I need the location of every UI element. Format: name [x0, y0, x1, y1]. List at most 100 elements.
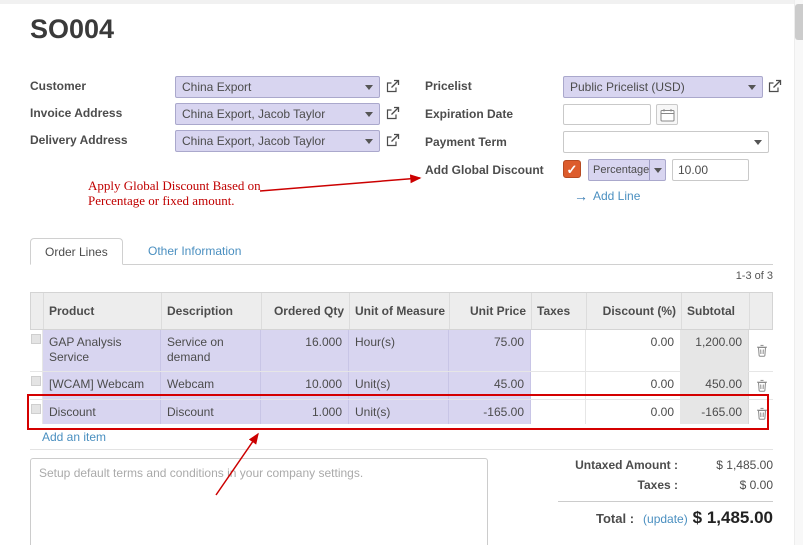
discount-type-select[interactable]: Percentage: [588, 159, 666, 181]
cell-ordered-qty[interactable]: 10.000: [261, 372, 349, 399]
expiration-date-label: Expiration Date: [425, 107, 513, 121]
pricelist-select[interactable]: Public Pricelist (USD): [563, 76, 763, 98]
pager: 1-3 of 3: [736, 270, 773, 282]
global-discount-label: Add Global Discount: [425, 163, 544, 177]
invoice-address-open-record-icon[interactable]: [385, 106, 401, 122]
row-drag-handle[interactable]: [30, 372, 43, 399]
row-drag-handle[interactable]: [30, 330, 43, 371]
col-unit-price[interactable]: Unit Price: [449, 293, 531, 329]
cell-product[interactable]: [WCAM] Webcam: [43, 372, 161, 399]
col-taxes[interactable]: Taxes: [531, 293, 586, 329]
cell-description[interactable]: Discount: [161, 400, 261, 427]
terms-conditions-textarea[interactable]: [30, 458, 488, 545]
cell-unit-price[interactable]: 45.00: [449, 372, 531, 399]
cell-product[interactable]: GAP Analysis Service: [43, 330, 161, 371]
total-value: $ 1,485.00: [693, 508, 773, 528]
pricelist-open-record-icon[interactable]: [767, 79, 783, 95]
cell-unit-of-measure[interactable]: Unit(s): [349, 372, 449, 399]
delivery-address-open-record-icon[interactable]: [385, 133, 401, 149]
discount-amount-input[interactable]: [672, 159, 749, 181]
cell-discount[interactable]: 0.00: [586, 330, 681, 371]
taxes-row: Taxes : $ 0.00: [520, 478, 773, 492]
cell-unit-of-measure[interactable]: Hour(s): [349, 330, 449, 371]
notebook-tabbar: Order Lines Other Information: [30, 237, 773, 265]
cell-discount[interactable]: 0.00: [586, 372, 681, 399]
cell-unit-price[interactable]: 75.00: [449, 330, 531, 371]
col-description[interactable]: Description: [161, 293, 261, 329]
chevron-down-icon: [649, 160, 665, 180]
scrollbar-track[interactable]: [794, 0, 803, 545]
calendar-icon[interactable]: [656, 104, 678, 125]
payment-term-label: Payment Term: [425, 135, 507, 149]
invoice-address-select[interactable]: China Export, Jacob Taylor: [175, 103, 380, 125]
cell-ordered-qty[interactable]: 16.000: [261, 330, 349, 371]
col-unit-of-measure[interactable]: Unit of Measure: [349, 293, 449, 329]
add-line-label: Add Line: [593, 189, 640, 203]
page-title: SO004: [30, 14, 114, 45]
table-header: Product Description Ordered Qty Unit of …: [30, 292, 773, 330]
taxes-value: $ 0.00: [678, 478, 773, 492]
check-icon: ✓: [567, 162, 578, 177]
sales-order-form: SO004 Customer China Export Invoice Addr…: [0, 0, 803, 545]
cell-subtotal: 450.00: [681, 372, 749, 399]
cell-discount[interactable]: 0.00: [586, 400, 681, 427]
cell-taxes[interactable]: [531, 330, 586, 371]
global-discount-annotation: Apply Global Discount Based on Percentag…: [88, 178, 270, 208]
col-discount[interactable]: Discount (%): [586, 293, 681, 329]
total-label: Total :: [596, 511, 634, 526]
scrollbar-thumb[interactable]: [795, 4, 803, 40]
expiration-date-input[interactable]: [563, 104, 651, 125]
add-line-link[interactable]: → Add Line: [574, 189, 640, 203]
customer-label: Customer: [30, 79, 86, 93]
col-subtotal[interactable]: Subtotal: [681, 293, 749, 329]
add-an-item-link[interactable]: Add an item: [42, 430, 106, 444]
col-ordered-qty[interactable]: Ordered Qty: [261, 293, 349, 329]
trash-icon: [756, 379, 768, 392]
global-discount-checkbox[interactable]: ✓: [563, 160, 581, 178]
cell-subtotal: -165.00: [681, 400, 749, 427]
top-strip: [0, 0, 803, 4]
delete-row-button[interactable]: [749, 372, 773, 399]
cell-unit-price[interactable]: -165.00: [449, 400, 531, 427]
cell-taxes[interactable]: [531, 400, 586, 427]
delivery-address-label: Delivery Address: [30, 133, 128, 147]
payment-term-select[interactable]: [563, 131, 769, 153]
chevron-down-icon: [365, 112, 373, 117]
chevron-down-icon: [365, 85, 373, 90]
col-delete: [749, 293, 774, 329]
total-row: Total : (update) $ 1,485.00: [596, 508, 773, 528]
pricelist-label: Pricelist: [425, 79, 472, 93]
taxes-label: Taxes :: [520, 478, 678, 492]
arrow-right-icon: →: [574, 189, 588, 203]
col-handle: [31, 293, 43, 329]
customer-select[interactable]: China Export: [175, 76, 380, 98]
untaxed-amount-row: Untaxed Amount : $ 1,485.00: [520, 458, 773, 472]
tab-other-information[interactable]: Other Information: [134, 238, 255, 265]
table-row: [WCAM] Webcam Webcam 10.000 Unit(s) 45.0…: [30, 372, 773, 400]
pricelist-value: Public Pricelist (USD): [564, 80, 748, 94]
delete-row-button[interactable]: [749, 400, 773, 427]
row-drag-handle[interactable]: [30, 400, 43, 427]
cell-product[interactable]: Discount: [43, 400, 161, 427]
table-row: GAP Analysis Service Service on demand 1…: [30, 330, 773, 372]
delete-row-button[interactable]: [749, 330, 773, 371]
order-lines-table: Product Description Ordered Qty Unit of …: [30, 292, 773, 428]
cell-unit-of-measure[interactable]: Unit(s): [349, 400, 449, 427]
cell-subtotal: 1,200.00: [681, 330, 749, 371]
untaxed-amount-label: Untaxed Amount :: [520, 458, 678, 472]
update-total-link[interactable]: (update): [643, 512, 688, 526]
chevron-down-icon: [754, 140, 762, 145]
chevron-down-icon: [365, 139, 373, 144]
trash-icon: [756, 407, 768, 420]
totals-divider: [558, 501, 773, 502]
customer-open-record-icon[interactable]: [385, 79, 401, 95]
add-an-item-row: Add an item: [30, 424, 773, 450]
tab-order-lines[interactable]: Order Lines: [30, 238, 123, 265]
chevron-down-icon: [748, 85, 756, 90]
cell-description[interactable]: Webcam: [161, 372, 261, 399]
delivery-address-select[interactable]: China Export, Jacob Taylor: [175, 130, 380, 152]
cell-taxes[interactable]: [531, 372, 586, 399]
cell-ordered-qty[interactable]: 1.000: [261, 400, 349, 427]
col-product[interactable]: Product: [43, 293, 161, 329]
cell-description[interactable]: Service on demand: [161, 330, 261, 371]
